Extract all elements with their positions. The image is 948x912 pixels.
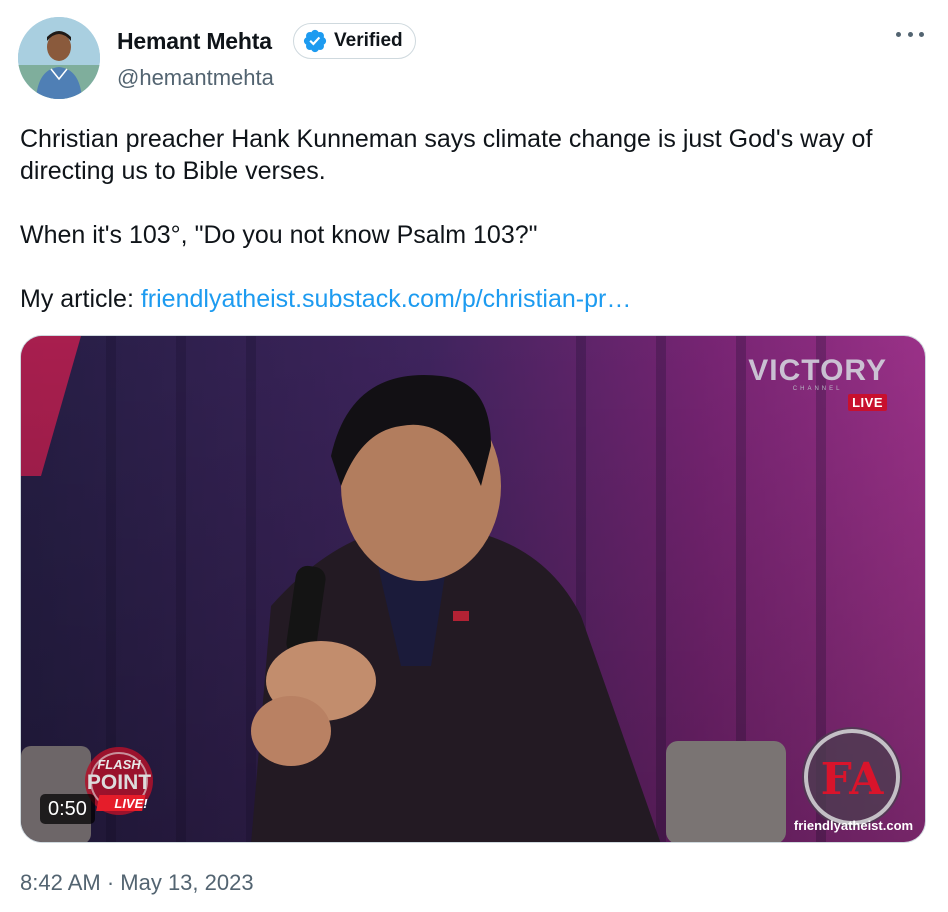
video-player[interactable]: VICTORY CHANNEL LIVE FLASH POINT LIVE! 0… — [20, 335, 926, 843]
watermark-mark: FA — [821, 754, 885, 805]
channel-logo: VICTORY CHANNEL LIVE — [748, 354, 887, 412]
tweet-card: Hemant Mehta Verified @hemantmehta Chris… — [0, 0, 948, 912]
tweet-paragraph-2: When it's 103°, "Do you not know Psalm 1… — [20, 221, 538, 249]
tweet-paragraph-1: Christian preacher Hank Kunneman says cl… — [20, 125, 873, 185]
tweet-text: Christian preacher Hank Kunneman says cl… — [20, 123, 925, 315]
channel-logo-text: VICTORY — [748, 354, 887, 387]
more-options-button[interactable] — [896, 24, 924, 44]
show-logo-bottom: LIVE! — [114, 796, 148, 811]
show-logo-mid: POINT — [87, 771, 151, 794]
live-tag: LIVE — [848, 394, 887, 411]
more-dot — [907, 31, 913, 37]
tweet-paragraph-3: My article: friendlyatheist.substack.com… — [20, 283, 925, 315]
more-horizontal-icon — [896, 31, 901, 37]
watermark-logo-icon: FA — [802, 727, 902, 827]
article-prefix: My article: — [20, 285, 141, 313]
author-display-name[interactable]: Hemant Mehta — [117, 28, 272, 55]
verified-label: Verified — [334, 30, 403, 51]
tweet-timestamp[interactable]: 8:42 AM · May 13, 2023 — [20, 870, 254, 896]
show-logo-top: FLASH — [97, 757, 141, 772]
more-dot — [919, 31, 924, 37]
video-duration-badge: 0:50 — [40, 794, 95, 824]
author-avatar[interactable] — [18, 17, 100, 99]
profile-photo — [18, 17, 100, 99]
verified-badge-icon — [303, 29, 327, 53]
author-handle[interactable]: @hemantmehta — [117, 65, 274, 91]
watermark-text: friendlyatheist.com — [793, 818, 914, 833]
article-link[interactable]: friendlyatheist.substack.com/p/christian… — [141, 285, 631, 313]
verified-badge[interactable]: Verified — [293, 23, 416, 59]
